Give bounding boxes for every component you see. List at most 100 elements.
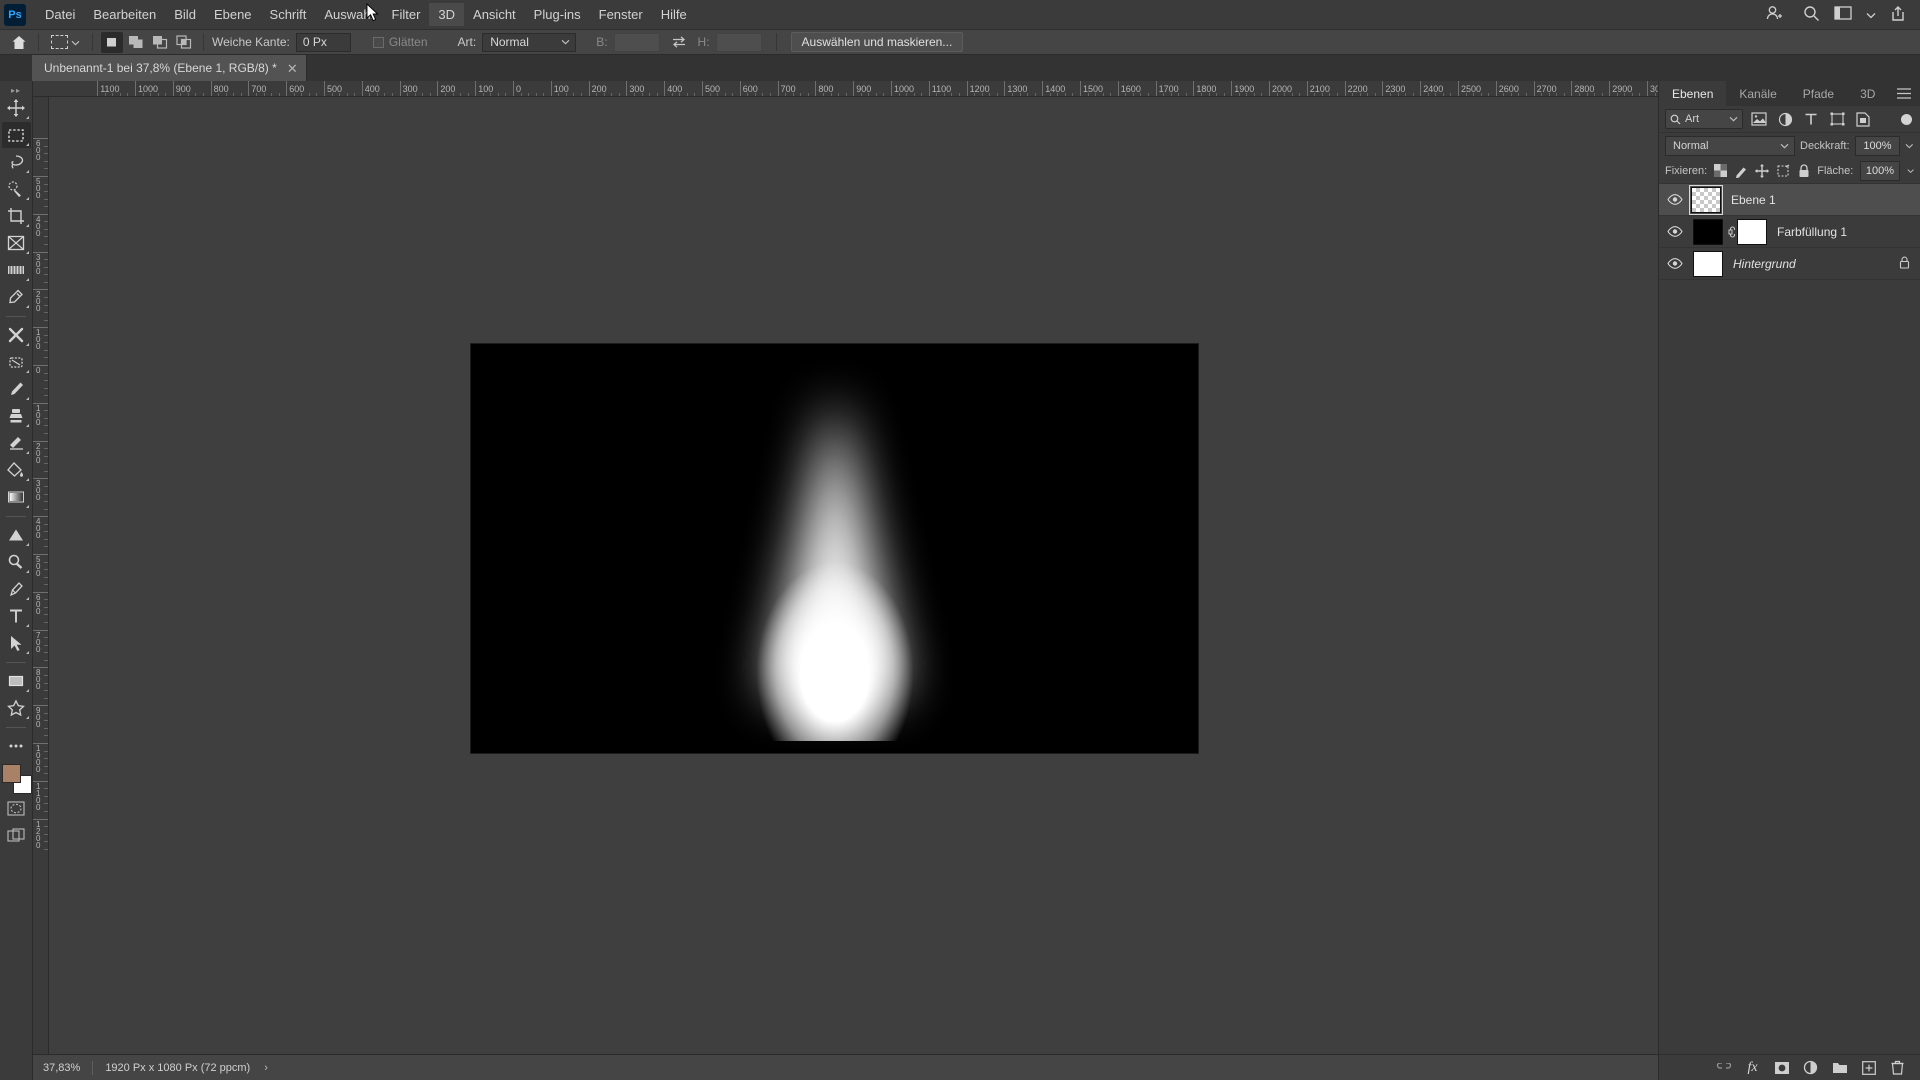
swap-dimensions-icon[interactable] [669, 32, 689, 52]
link-layers-icon[interactable] [1715, 1059, 1732, 1076]
shape-filter-icon[interactable] [1827, 109, 1847, 129]
menu-item-filter[interactable]: Filter [383, 3, 430, 26]
layer-row[interactable]: Hintergrund [1659, 248, 1920, 280]
menu-item-bild[interactable]: Bild [165, 3, 205, 26]
document-tab[interactable]: Unbenannt-1 bei 37,8% (Ebene 1, RGB/8) *… [32, 55, 307, 81]
link-icon[interactable] [1723, 225, 1737, 238]
lock-position-icon[interactable] [1755, 163, 1770, 179]
rectangle-tool[interactable] [2, 668, 31, 694]
share-icon[interactable] [1890, 5, 1906, 25]
chevron-down-icon[interactable] [71, 35, 80, 49]
path-selection-tool[interactable] [2, 630, 31, 656]
new-layer-icon[interactable] [1860, 1059, 1877, 1076]
hamburger-icon[interactable] [1888, 81, 1920, 106]
foreground-color-swatch[interactable] [2, 764, 21, 783]
gradient-tool[interactable] [2, 484, 31, 510]
layer-thumbnail[interactable] [1693, 218, 1723, 245]
menu-item-ebene[interactable]: Ebene [205, 3, 261, 26]
width-input[interactable] [613, 32, 660, 52]
intersect-selection-button[interactable] [173, 32, 195, 53]
adjustment-layer-icon[interactable] [1802, 1059, 1819, 1076]
workspace-icon[interactable] [1834, 5, 1852, 24]
menu-item-ansicht[interactable]: Ansicht [464, 3, 525, 26]
subtract-from-selection-button[interactable] [149, 32, 171, 53]
image-filter-icon[interactable] [1749, 109, 1769, 129]
pen-tool[interactable] [2, 576, 31, 602]
layer-kind-filter[interactable]: Art [1665, 109, 1743, 129]
brush-tool[interactable] [2, 376, 31, 402]
rectangular-marquee-tool[interactable] [1, 122, 31, 148]
dodge-tool[interactable] [2, 549, 31, 575]
chevron-down-icon[interactable] [1866, 8, 1876, 22]
type-tool[interactable] [2, 603, 31, 629]
height-input[interactable] [715, 32, 762, 52]
home-icon[interactable] [8, 31, 30, 53]
delete-layer-icon[interactable] [1889, 1059, 1906, 1076]
eye-icon[interactable] [1663, 226, 1687, 237]
layer-mask-thumbnail[interactable] [1737, 218, 1767, 245]
menu-item-schrift[interactable]: Schrift [261, 3, 316, 26]
add-to-selection-button[interactable] [125, 32, 147, 53]
menu-item-plug-ins[interactable]: Plug-ins [525, 3, 590, 26]
lock-all-icon[interactable] [1797, 163, 1810, 179]
chevron-down-icon[interactable] [1905, 143, 1914, 149]
eye-icon[interactable] [1663, 194, 1687, 205]
eyedropper-tool[interactable] [2, 284, 31, 310]
layer-row[interactable]: Farbfüllung 1 [1659, 216, 1920, 248]
layer-thumbnail[interactable] [1693, 250, 1723, 277]
panel-tab-pfade[interactable]: Pfade [1790, 81, 1847, 106]
canvas-viewport[interactable] [49, 97, 1658, 1054]
panel-tab-kan-le[interactable]: Kanäle [1726, 81, 1789, 106]
fx-icon[interactable]: fx [1744, 1059, 1761, 1076]
artboard[interactable] [471, 344, 1198, 753]
style-select[interactable]: Normal [482, 32, 577, 52]
smartobject-filter-icon[interactable] [1853, 109, 1873, 129]
eye-icon[interactable] [1663, 258, 1687, 269]
patch-tool[interactable] [2, 349, 31, 375]
lock-image-icon[interactable] [1734, 163, 1748, 179]
healing-brush-tool[interactable] [2, 322, 31, 348]
lock-transparency-icon[interactable] [1714, 163, 1728, 179]
new-group-icon[interactable] [1831, 1059, 1848, 1076]
menu-item-3d[interactable]: 3D [429, 3, 465, 26]
feather-input[interactable]: 0 Px [295, 32, 351, 52]
eraser-tool[interactable] [2, 430, 31, 456]
add-mask-icon[interactable] [1773, 1059, 1790, 1076]
quick-mask-icon[interactable] [2, 795, 31, 821]
blur-tool[interactable] [2, 522, 31, 548]
zoom-level[interactable]: 37,83% [43, 1062, 80, 1074]
custom-shape-tool[interactable] [2, 695, 31, 721]
vertical-ruler[interactable]: 600 500 400 300 200 100 0 100 200 300 400 500 600 700… [33, 97, 49, 1054]
type-filter-icon[interactable] [1801, 109, 1821, 129]
menu-item-bearbeiten[interactable]: Bearbeiten [84, 3, 165, 26]
slice-tool[interactable] [2, 257, 31, 283]
close-icon[interactable]: ✕ [287, 62, 298, 75]
quick-selection-tool[interactable] [2, 176, 31, 202]
panel-tab-ebenen[interactable]: Ebenen [1659, 81, 1727, 106]
screen-mode-icon[interactable] [2, 822, 31, 848]
menu-item-fenster[interactable]: Fenster [590, 3, 652, 26]
frame-tool[interactable] [2, 230, 31, 256]
antialias-checkbox[interactable] [372, 36, 384, 48]
add-person-icon[interactable] [1765, 4, 1783, 25]
layer-row[interactable]: Ebene 1 [1659, 184, 1920, 216]
menu-item-auswahl[interactable]: Auswahl [315, 3, 382, 26]
new-selection-button[interactable] [101, 31, 123, 53]
menu-item-hilfe[interactable]: Hilfe [652, 3, 696, 26]
panel-tab-3d[interactable]: 3D [1847, 81, 1888, 106]
fill-input[interactable]: 100% [1860, 160, 1900, 181]
color-swatches[interactable] [1, 763, 32, 794]
crop-tool[interactable] [2, 203, 31, 229]
blend-mode-select[interactable]: Normal [1665, 135, 1795, 156]
chevron-down-icon[interactable] [1907, 168, 1914, 174]
adjustment-filter-icon[interactable] [1775, 109, 1795, 129]
horizontal-ruler[interactable]: 1100 1000 900 800 700 600 500 400 300 200 100 0 100 2… [33, 81, 1658, 97]
layer-thumbnail[interactable] [1689, 184, 1723, 215]
more-tools[interactable] [2, 733, 31, 759]
tool-preset-picker[interactable] [47, 35, 84, 49]
paint-bucket-tool[interactable] [2, 457, 31, 483]
move-tool[interactable] [2, 95, 31, 121]
lock-artboard-icon[interactable] [1776, 163, 1790, 179]
lasso-tool[interactable] [2, 149, 31, 175]
toolbar-drag-handle[interactable]: ▸▸ [0, 85, 32, 95]
